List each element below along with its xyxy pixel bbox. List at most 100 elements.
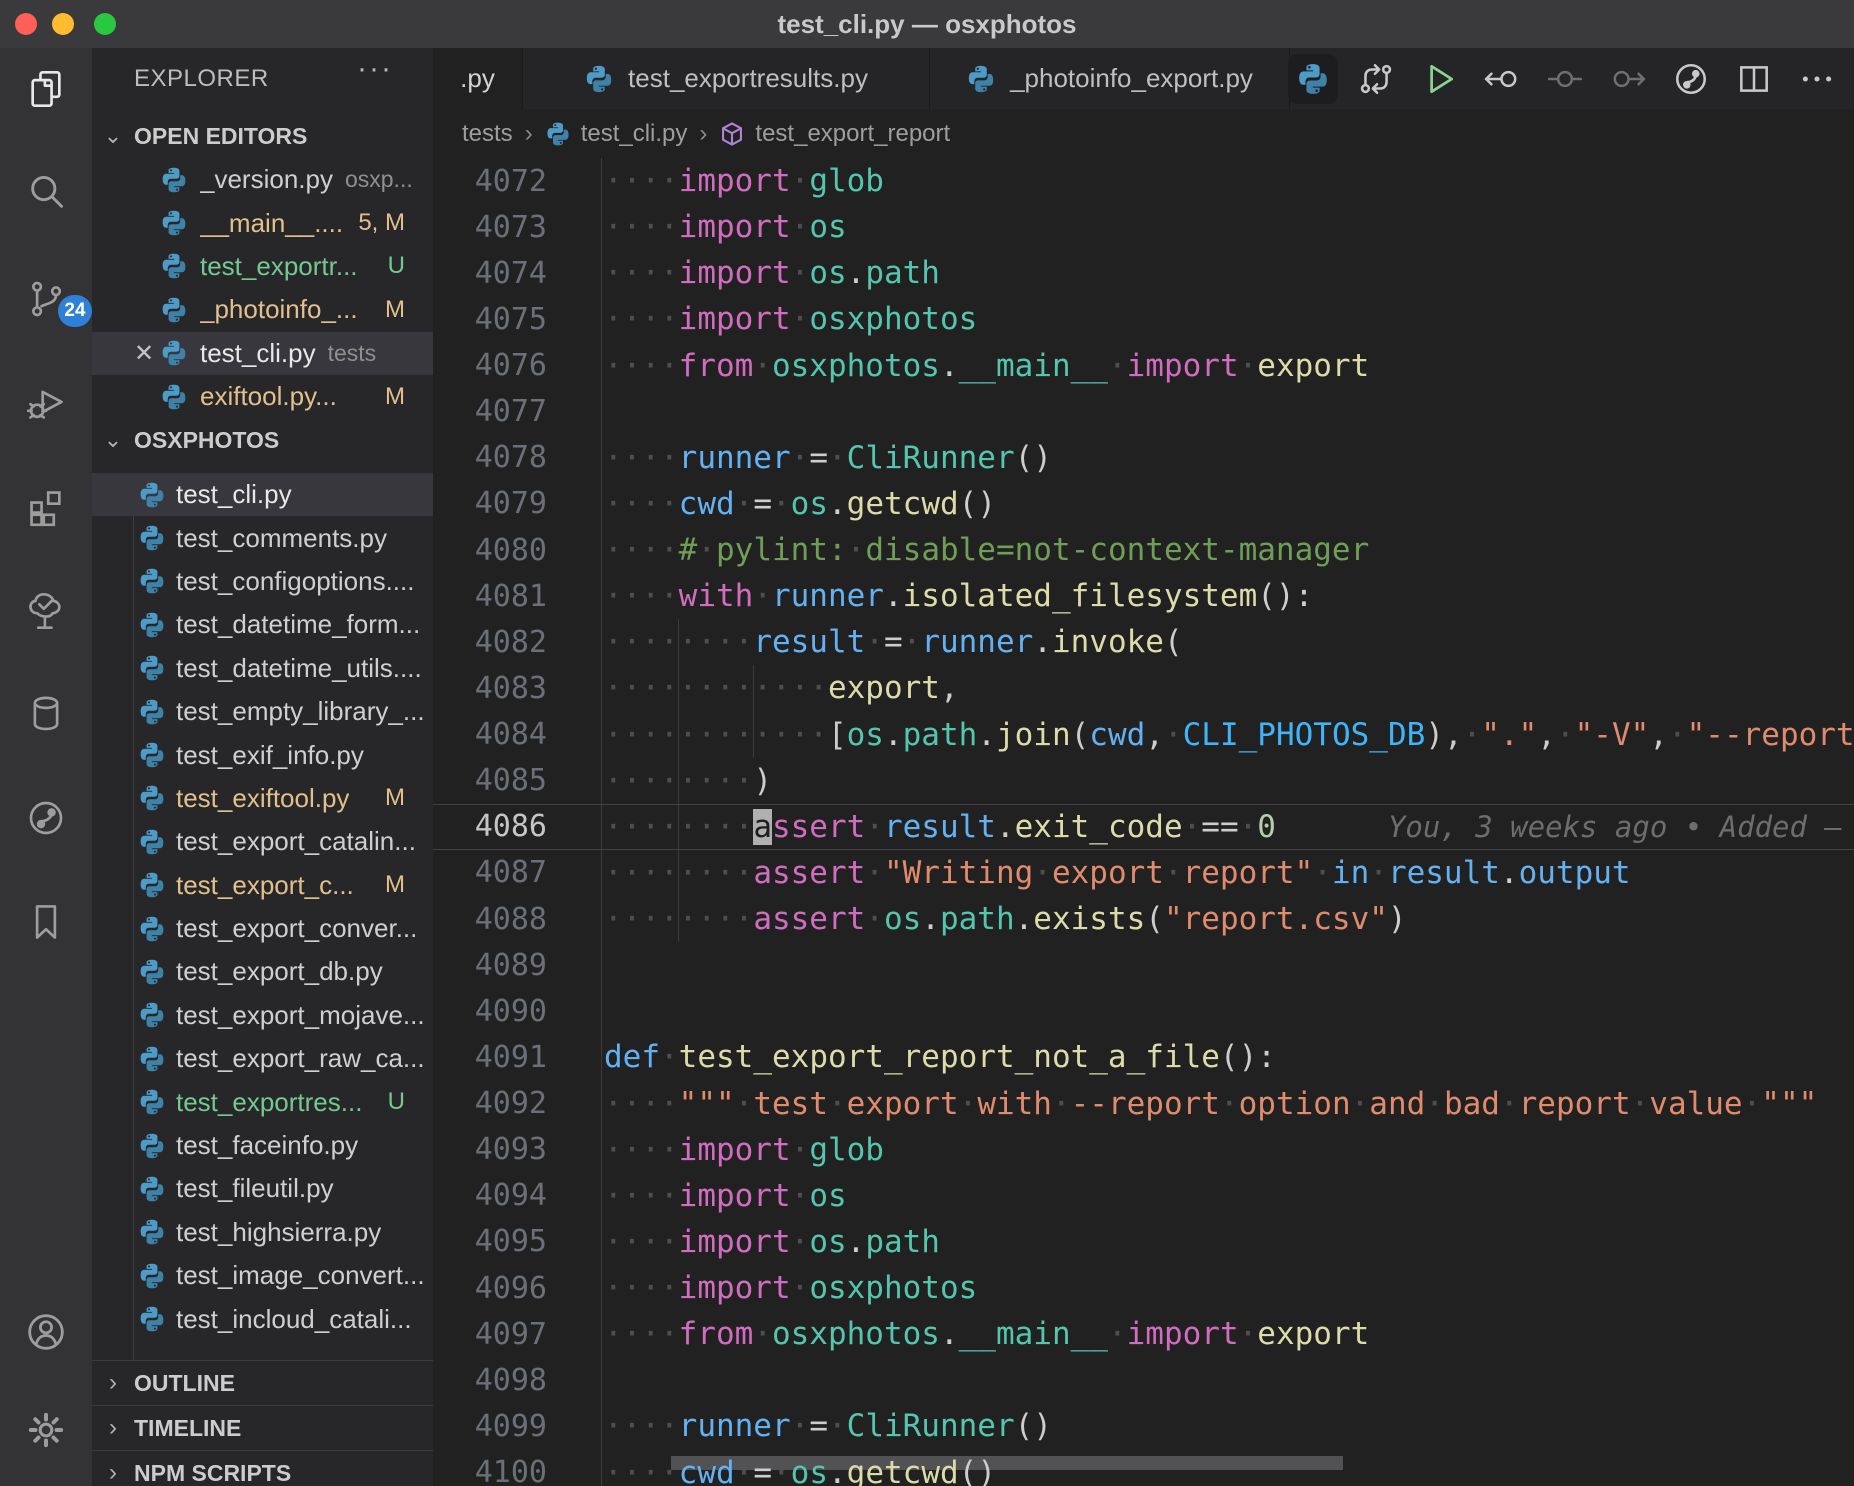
code-line[interactable]: 4076····from·osxphotos.__main__·import·e… bbox=[433, 343, 1854, 389]
open-editor-item[interactable]: _photoinfo_...M bbox=[92, 288, 433, 331]
code-line[interactable]: 4086········assert·result.exit_code·==·0… bbox=[433, 804, 1854, 850]
search-icon[interactable] bbox=[24, 171, 68, 215]
file-tree-item[interactable]: test_configoptions.... bbox=[92, 560, 433, 603]
file-tree-item[interactable]: test_datetime_form... bbox=[92, 603, 433, 646]
file-tree-item[interactable]: test_image_convert... bbox=[92, 1254, 433, 1297]
code-line[interactable]: 4096····import·osxphotos bbox=[433, 1265, 1854, 1311]
code-line[interactable]: 4099····runner·=·CliRunner() bbox=[433, 1403, 1854, 1449]
file-tree-item[interactable]: test_exiftool.pyM bbox=[92, 777, 433, 820]
code-line[interactable]: 4100····cwd·=·os.getcwd() bbox=[433, 1450, 1854, 1486]
editor-tab[interactable]: _photoinfo_export.py bbox=[930, 48, 1290, 109]
file-tree-item[interactable]: test_export_catalin... bbox=[92, 820, 433, 863]
file-tree-item[interactable]: test_faceinfo.py bbox=[92, 1124, 433, 1167]
split-editor-icon[interactable] bbox=[1722, 48, 1785, 109]
step-forward-icon[interactable] bbox=[1596, 48, 1659, 109]
gitlens-graph-icon[interactable] bbox=[1659, 48, 1722, 109]
bookmark-icon[interactable] bbox=[24, 900, 68, 944]
python-icon bbox=[160, 296, 188, 324]
git-status-badge: M bbox=[385, 383, 405, 411]
folder-section-header[interactable]: ⌄ OSXPHOTOS bbox=[92, 418, 433, 462]
test-tree-icon[interactable] bbox=[24, 589, 68, 633]
python-icon bbox=[1296, 62, 1330, 96]
database-icon[interactable] bbox=[24, 692, 68, 736]
npm-scripts-section-header[interactable]: › NPM SCRIPTS bbox=[92, 1450, 433, 1486]
code-line[interactable]: 4084············[os.path.join(cwd,·CLI_P… bbox=[433, 712, 1854, 758]
code-line[interactable]: 4098 bbox=[433, 1357, 1854, 1403]
breadcrumb-tests[interactable]: tests bbox=[462, 120, 513, 148]
file-tree-item[interactable]: test_export_raw_ca... bbox=[92, 1037, 433, 1080]
editor-tab[interactable]: .py bbox=[433, 48, 523, 109]
git-status-badge: U bbox=[388, 1088, 405, 1116]
code-line[interactable]: 4087········assert·"Writing·export·repor… bbox=[433, 850, 1854, 896]
code-line[interactable]: 4092····"""·test·export·with·--report·op… bbox=[433, 1081, 1854, 1127]
open-changes-icon[interactable] bbox=[1344, 48, 1407, 109]
chevron-down-icon: ⌄ bbox=[92, 427, 134, 453]
run-python-file-icon[interactable] bbox=[1407, 48, 1470, 109]
code-line[interactable]: 4094····import·os bbox=[433, 1173, 1854, 1219]
code-line[interactable]: 4079····cwd·=·os.getcwd() bbox=[433, 481, 1854, 527]
code-line[interactable]: 4083············export, bbox=[433, 665, 1854, 711]
code-line-content: ····import·glob bbox=[601, 158, 1854, 204]
outline-section-header[interactable]: › OUTLINE bbox=[92, 1360, 433, 1405]
file-tree-item[interactable]: test_incloud_catali... bbox=[92, 1297, 433, 1340]
code-line[interactable]: 4073····import·os bbox=[433, 204, 1854, 250]
code-line[interactable]: 4075····import·osxphotos bbox=[433, 296, 1854, 342]
more-actions-icon[interactable] bbox=[1785, 48, 1848, 109]
file-tree-item[interactable]: test_cli.py bbox=[92, 473, 433, 516]
file-tree-item[interactable]: test_comments.py bbox=[92, 516, 433, 559]
code-line[interactable]: 4080····#·pylint:·disable=not-context-ma… bbox=[433, 527, 1854, 573]
gitlens-icon[interactable] bbox=[24, 796, 68, 840]
code-line[interactable]: 4097····from·osxphotos.__main__·import·e… bbox=[433, 1311, 1854, 1357]
file-tree-item[interactable]: test_export_db.py bbox=[92, 950, 433, 993]
code-line[interactable]: 4093····import·glob bbox=[433, 1127, 1854, 1173]
code-line[interactable]: 4091def·test_export_report_not_a_file(): bbox=[433, 1034, 1854, 1080]
code-line[interactable]: 4095····import·os.path bbox=[433, 1219, 1854, 1265]
file-tree-item[interactable]: test_export_c...M bbox=[92, 864, 433, 907]
code-editor[interactable]: 4072····import·glob4073····import·os4074… bbox=[433, 158, 1854, 1486]
file-tree-item[interactable]: test_export_mojave... bbox=[92, 994, 433, 1037]
run-debug-icon[interactable] bbox=[24, 381, 68, 425]
source-control-icon[interactable]: 24 bbox=[24, 277, 68, 321]
python-file-icon bbox=[138, 654, 166, 682]
editor-tab[interactable]: test_exportresults.py bbox=[523, 48, 930, 109]
open-editor-item[interactable]: _version.pyosxp... bbox=[92, 158, 433, 201]
code-line[interactable]: 4072····import·glob bbox=[433, 158, 1854, 204]
code-line[interactable]: 4077 bbox=[433, 389, 1854, 435]
code-line[interactable]: 4081····with·runner.isolated_filesystem(… bbox=[433, 573, 1854, 619]
step-back-icon[interactable] bbox=[1470, 48, 1533, 109]
open-editor-item[interactable]: ✕test_cli.pytests bbox=[92, 332, 433, 375]
breadcrumb-file[interactable]: test_cli.py bbox=[545, 120, 688, 148]
code-line[interactable]: 4078····runner·=·CliRunner() bbox=[433, 435, 1854, 481]
file-tree-item[interactable]: test_fileutil.py bbox=[92, 1167, 433, 1210]
file-tree-item[interactable]: test_exif_info.py bbox=[92, 733, 433, 776]
step-over-icon[interactable] bbox=[1533, 48, 1596, 109]
account-icon[interactable] bbox=[24, 1310, 68, 1354]
breadcrumb-symbol[interactable]: test_export_report bbox=[719, 120, 950, 148]
open-editor-item[interactable]: __main__....5, M bbox=[92, 201, 433, 244]
code-line[interactable]: 4085········) bbox=[433, 758, 1854, 804]
code-line[interactable]: 4088········assert·os.path.exists("repor… bbox=[433, 896, 1854, 942]
file-name-label: test_exiftool.py bbox=[176, 783, 349, 814]
file-name-label: _photoinfo_... bbox=[200, 294, 358, 325]
explorer-more-actions-icon[interactable]: ··· bbox=[357, 52, 393, 86]
file-tree-item[interactable]: test_export_conver... bbox=[92, 907, 433, 950]
open-editors-section-header[interactable]: ⌄ OPEN EDITORS bbox=[92, 114, 433, 158]
close-icon[interactable]: ✕ bbox=[130, 339, 158, 368]
open-editor-item[interactable]: exiftool.py...M bbox=[92, 375, 433, 418]
explorer-icon[interactable] bbox=[24, 67, 68, 111]
settings-gear-icon[interactable] bbox=[24, 1408, 68, 1452]
code-line[interactable]: 4074····import·os.path bbox=[433, 250, 1854, 296]
code-line[interactable]: 4089 bbox=[433, 942, 1854, 988]
file-tree-item[interactable]: test_empty_library_... bbox=[92, 690, 433, 733]
file-tree-item[interactable]: test_datetime_utils.... bbox=[92, 647, 433, 690]
file-tree-item[interactable]: test_highsierra.py bbox=[92, 1211, 433, 1254]
python-icon bbox=[138, 1045, 166, 1073]
python-file-icon bbox=[138, 1218, 166, 1246]
open-editor-item[interactable]: test_exportr...U bbox=[92, 245, 433, 288]
extensions-icon[interactable] bbox=[24, 485, 68, 529]
python-interpreter-button[interactable] bbox=[1281, 48, 1344, 109]
file-tree-item[interactable]: test_exportres...U bbox=[92, 1080, 433, 1123]
code-line[interactable]: 4082········result·=·runner.invoke( bbox=[433, 619, 1854, 665]
code-line[interactable]: 4090 bbox=[433, 988, 1854, 1034]
timeline-section-header[interactable]: › TIMELINE bbox=[92, 1405, 433, 1450]
